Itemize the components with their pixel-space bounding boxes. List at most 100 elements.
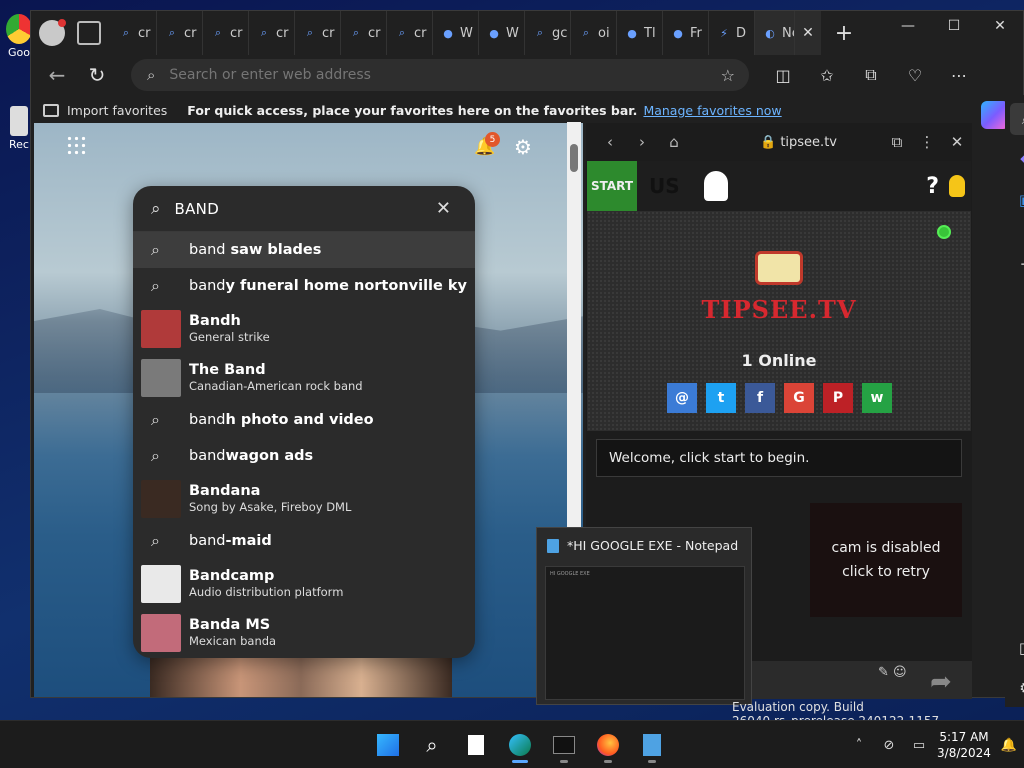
refresh-button[interactable]: ↻ — [77, 59, 117, 91]
share-button-3[interactable]: G — [784, 383, 814, 413]
start-button[interactable]: START — [587, 161, 637, 211]
notification-bell-icon[interactable]: 🔔 — [994, 738, 1024, 753]
scrollbar-thumb[interactable] — [570, 144, 578, 172]
entity-title: Banda MS — [189, 617, 271, 633]
send-icon[interactable]: ➦ — [930, 667, 952, 697]
tab-active[interactable]: ◐ Ne — [755, 11, 795, 55]
tab-5[interactable]: ⌕ cr — [341, 11, 387, 55]
search-suggestion[interactable]: ⌕ bandh photo and video — [133, 402, 475, 438]
forward-icon[interactable]: › — [626, 133, 658, 151]
entity-suggestion[interactable]: Banda MS Mexican banda — [133, 608, 475, 657]
firefox-app[interactable] — [586, 727, 630, 763]
back-icon[interactable]: ‹ — [594, 133, 626, 151]
notepad-thumbnail[interactable]: *HI GOOGLE EXE - Notepad HI GOOGLE EXE — [536, 527, 752, 705]
emoji-icon[interactable]: ✎ ☺ — [878, 665, 907, 680]
back-button[interactable]: ← — [37, 59, 77, 91]
favorite-star-icon[interactable]: ☆ — [721, 66, 735, 85]
ghost-icon[interactable] — [703, 171, 728, 201]
search-icon: ⌕ — [398, 26, 406, 39]
entity-suggestion[interactable]: The Band Canadian-American rock band — [133, 353, 475, 402]
settings-icon[interactable]: ⚙ — [1015, 677, 1024, 699]
copilot-rail-icon[interactable]: ◆ — [1015, 147, 1024, 169]
search-suggestion[interactable]: ⌕ bandwagon ads — [133, 438, 475, 474]
share-button-2[interactable]: f — [745, 383, 775, 413]
entity-title: The Band — [189, 362, 266, 378]
collections-icon[interactable]: ⧉ — [849, 59, 893, 91]
entity-suggestion[interactable]: Bandcamp Audio distribution platform — [133, 559, 475, 608]
close-window-icon[interactable]: ✕ — [977, 11, 1023, 41]
tab-7[interactable]: ● W — [433, 11, 479, 55]
split-screen-icon[interactable]: ◫ — [761, 59, 805, 91]
share-button-0[interactable]: @ — [667, 383, 697, 413]
running-indicator — [604, 760, 612, 763]
search-suggestion[interactable]: ⌕ band saw blades — [133, 232, 475, 268]
search-input[interactable]: BAND — [175, 200, 220, 218]
notepad-app[interactable] — [630, 727, 674, 763]
more-icon[interactable]: ⋮ — [912, 133, 942, 151]
suggestion-completion: y funeral home nortonville ky — [225, 278, 467, 294]
share-button-1[interactable]: t — [706, 383, 736, 413]
search-suggestion[interactable]: ⌕ band-maid — [133, 523, 475, 559]
tab-actions-icon[interactable] — [77, 21, 101, 45]
sidebar-toggle-icon[interactable]: ◫ — [1015, 637, 1024, 659]
profile-avatar[interactable] — [39, 19, 66, 46]
start-button[interactable] — [366, 727, 410, 763]
close-tab-icon[interactable]: ✕ — [795, 11, 821, 55]
apps-grid-icon[interactable] — [66, 135, 86, 155]
search-box[interactable]: ⌕ BAND ✕ — [133, 186, 475, 232]
country-selector[interactable]: US — [649, 174, 680, 198]
search-button[interactable]: ⌕ — [410, 727, 454, 763]
tab-2[interactable]: ⌕ cr — [203, 11, 249, 55]
desktop-icon-recycle-bin[interactable]: Rec — [6, 106, 32, 151]
close-panel-icon[interactable]: ✕ — [942, 133, 972, 151]
minimize-icon[interactable]: — — [885, 11, 931, 41]
file-app[interactable] — [454, 727, 498, 763]
cam-disabled-panel[interactable]: cam is disabled click to retry — [810, 503, 962, 617]
tab-13[interactable]: ⚡ D — [709, 11, 755, 55]
help-icon[interactable]: ? — [926, 174, 939, 199]
tab-3[interactable]: ⌕ cr — [249, 11, 295, 55]
share-button-5[interactable]: w — [862, 383, 892, 413]
network-off-icon[interactable]: ⊘ — [874, 738, 904, 753]
new-tab-button[interactable]: + — [829, 21, 859, 46]
display-icon[interactable]: ▭ — [904, 738, 934, 753]
chevron-up-icon[interactable]: ˄ — [844, 738, 874, 753]
terminal-app[interactable] — [542, 727, 586, 763]
tab-11[interactable]: ● Tl — [617, 11, 663, 55]
tab-9[interactable]: ⌕ gc — [525, 11, 571, 55]
search-icon[interactable]: ⌕ — [1010, 103, 1024, 135]
address-input[interactable] — [169, 67, 690, 83]
browser-essentials-icon[interactable]: ♡ — [893, 59, 937, 91]
home-icon[interactable]: ⌂ — [658, 133, 690, 151]
clock[interactable]: 5:17 AM 3/8/2024 — [934, 729, 994, 761]
search-suggestion[interactable]: ⌕ bandy funeral home nortonville ky — [133, 268, 475, 304]
maximize-icon[interactable]: ☐ — [931, 11, 977, 41]
suggestion-text: band-maid — [189, 533, 272, 549]
tab-6[interactable]: ⌕ cr — [387, 11, 433, 55]
desktop-icon-chrome[interactable]: Goo — [6, 14, 32, 59]
tab-4[interactable]: ⌕ cr — [295, 11, 341, 55]
favorites-icon[interactable]: ✩ — [805, 59, 849, 91]
clear-icon[interactable]: ✕ — [436, 198, 451, 219]
outlook-icon[interactable]: ▣ — [1015, 189, 1024, 211]
tab-10[interactable]: ⌕ oi — [571, 11, 617, 55]
entity-suggestion[interactable]: Bandana Song by Asake, Fireboy DML — [133, 474, 475, 523]
tab-0[interactable]: ⌕ cr — [111, 11, 157, 55]
tab-1[interactable]: ⌕ cr — [157, 11, 203, 55]
add-icon[interactable]: + — [1015, 253, 1024, 275]
tab-12[interactable]: ● Fr — [663, 11, 709, 55]
search-icon: ⌕ — [260, 26, 268, 39]
gear-icon[interactable]: ⚙ — [514, 135, 532, 159]
tab-8[interactable]: ● W — [479, 11, 525, 55]
share-button-4[interactable]: P — [823, 383, 853, 413]
edge-app[interactable] — [498, 727, 542, 763]
lightbulb-icon[interactable] — [949, 175, 965, 197]
suggestion-completion: h photo and video — [225, 412, 374, 428]
address-bar[interactable]: ⌕ ☆ — [131, 59, 749, 91]
taskbar: ⌕ ˄ ⊘ ▭ 5:17 AM 3/8/2024 🔔 — [0, 720, 1024, 768]
more-options-icon[interactable]: ⋯ — [937, 59, 981, 91]
entity-suggestion[interactable]: Bandh General strike — [133, 304, 475, 353]
manage-favorites-link[interactable]: Manage favorites now — [643, 103, 781, 118]
open-in-tab-icon[interactable]: ⧉ — [882, 133, 912, 151]
import-favorites-button[interactable]: Import favorites — [67, 103, 167, 118]
